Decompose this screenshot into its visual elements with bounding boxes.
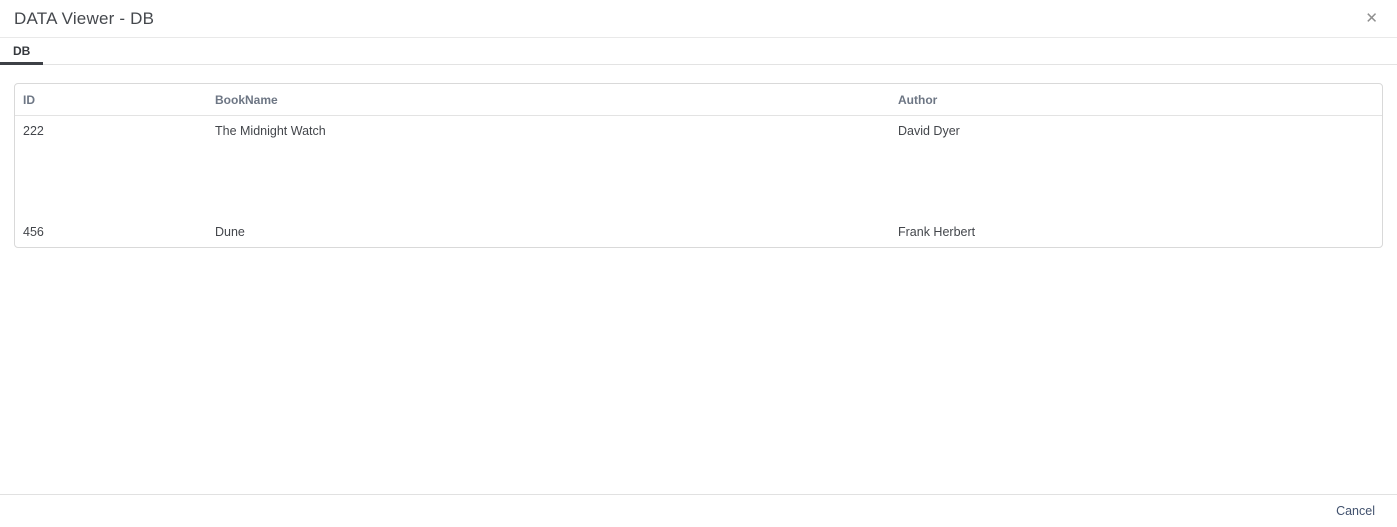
table-row[interactable]: 222 The Midnight Watch David Dyer: [15, 116, 1382, 216]
tab-db-label: DB: [13, 44, 30, 58]
table-header-row: ID BookName Author: [15, 84, 1382, 116]
table-row[interactable]: 456 Dune Frank Herbert: [15, 216, 1382, 247]
data-table: ID BookName Author 222 The Midnight Watc…: [14, 83, 1383, 248]
column-header-author: Author: [890, 93, 1382, 107]
content-area: ID BookName Author 222 The Midnight Watc…: [0, 65, 1397, 494]
dialog-footer: Cancel: [0, 494, 1397, 527]
close-icon[interactable]: ✕: [1361, 9, 1382, 28]
cell-author: Frank Herbert: [890, 225, 1382, 239]
cancel-button[interactable]: Cancel: [1336, 500, 1375, 522]
cell-id: 456: [15, 225, 207, 239]
column-header-id: ID: [15, 93, 207, 107]
cell-author: David Dyer: [890, 116, 1382, 138]
dialog-header: DATA Viewer - DB ✕: [0, 0, 1397, 38]
dialog-title: DATA Viewer - DB: [14, 9, 154, 29]
cell-bookname: The Midnight Watch: [207, 116, 890, 138]
tab-bar: DB: [0, 38, 1397, 65]
cell-id: 222: [15, 116, 207, 138]
column-header-bookname: BookName: [207, 93, 890, 107]
cell-bookname: Dune: [207, 225, 890, 239]
tab-db[interactable]: DB: [0, 38, 43, 64]
